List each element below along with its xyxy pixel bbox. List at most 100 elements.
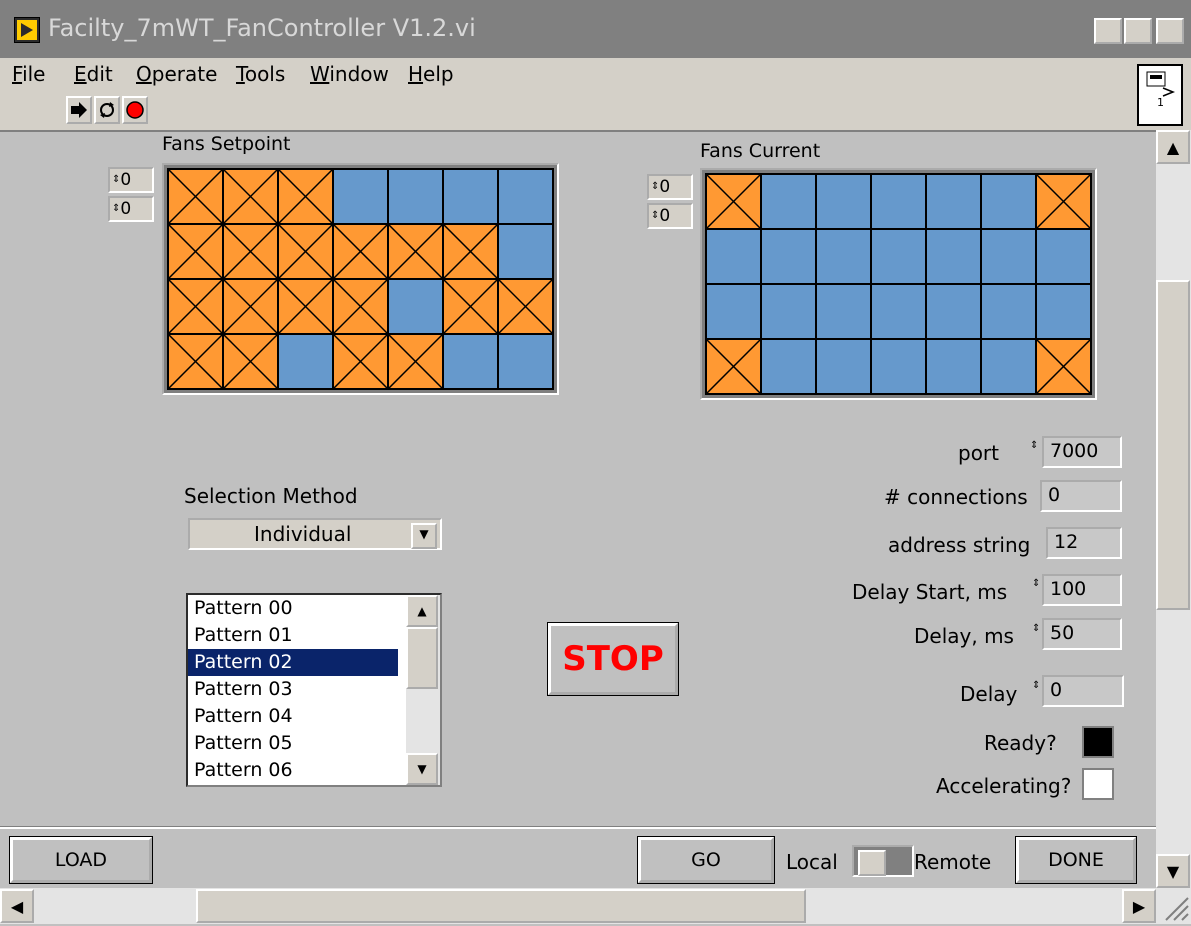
setpoint-fan-cell[interactable] xyxy=(499,225,552,278)
current-fan-cell[interactable] xyxy=(1037,175,1090,228)
scroll-down-icon[interactable]: ▼ xyxy=(406,753,438,785)
setpoint-fan-cell[interactable] xyxy=(169,170,222,223)
setpoint-row-index[interactable]: ⇕0 xyxy=(108,167,154,193)
setpoint-fan-cell[interactable] xyxy=(279,335,332,388)
pattern-list-item[interactable]: Pattern 06 xyxy=(188,757,398,784)
close-button[interactable]: × xyxy=(1156,18,1184,44)
setpoint-fan-cell[interactable] xyxy=(169,225,222,278)
current-fan-cell[interactable] xyxy=(872,285,925,338)
scroll-up-icon[interactable]: ▲ xyxy=(1156,130,1190,164)
current-fan-cell[interactable] xyxy=(707,175,760,228)
setpoint-fan-cell[interactable] xyxy=(169,280,222,333)
abort-execution-icon[interactable] xyxy=(122,96,148,124)
current-fan-cell[interactable] xyxy=(1037,340,1090,393)
setpoint-col-index[interactable]: ⇕0 xyxy=(108,196,154,222)
current-fan-cell[interactable] xyxy=(1037,230,1090,283)
setpoint-fan-cell[interactable] xyxy=(444,280,497,333)
setpoint-fan-cell[interactable] xyxy=(334,170,387,223)
scroll-up-icon[interactable]: ▲ xyxy=(406,595,438,627)
port-spin-icon[interactable]: ⇕ xyxy=(1030,440,1038,451)
current-fan-cell[interactable] xyxy=(982,340,1035,393)
pattern-list-item[interactable]: Pattern 03 xyxy=(188,676,398,703)
current-fan-cell[interactable] xyxy=(762,175,815,228)
current-fan-cell[interactable] xyxy=(762,230,815,283)
local-remote-switch[interactable] xyxy=(852,845,914,877)
setpoint-fan-cell[interactable] xyxy=(224,280,277,333)
current-fan-cell[interactable] xyxy=(927,285,980,338)
horizontal-scrollbar[interactable]: ◀ ▶ xyxy=(0,888,1191,924)
load-button[interactable]: LOAD xyxy=(9,836,153,884)
current-fan-cell[interactable] xyxy=(982,175,1035,228)
switch-knob[interactable] xyxy=(858,850,886,876)
setpoint-fan-cell[interactable] xyxy=(334,280,387,333)
current-fan-cell[interactable] xyxy=(762,340,815,393)
pattern-list-item[interactable]: Pattern 00 xyxy=(188,595,398,622)
chevron-down-icon[interactable]: ▼ xyxy=(411,523,437,549)
current-fan-cell[interactable] xyxy=(707,285,760,338)
setpoint-fan-cell[interactable] xyxy=(444,170,497,223)
run-continuously-icon[interactable] xyxy=(94,96,120,124)
current-fan-cell[interactable] xyxy=(982,230,1035,283)
menu-window[interactable]: Window xyxy=(310,62,389,86)
vi-connector-icon[interactable]: 1 xyxy=(1137,64,1183,126)
delay-start-spin-icon[interactable]: ⇕ xyxy=(1032,578,1040,589)
menu-tools[interactable]: Tools xyxy=(236,62,285,86)
menu-file[interactable]: File xyxy=(12,62,45,86)
horizontal-scroll-thumb[interactable] xyxy=(196,889,806,923)
run-arrow-icon[interactable] xyxy=(66,96,92,124)
minimize-button[interactable]: _ xyxy=(1094,18,1122,44)
setpoint-fan-cell[interactable] xyxy=(444,225,497,278)
setpoint-fan-cell[interactable] xyxy=(279,170,332,223)
current-fan-cell[interactable] xyxy=(872,175,925,228)
delay-ms-field[interactable]: 50 xyxy=(1042,618,1122,650)
port-field[interactable]: 7000 xyxy=(1042,436,1122,468)
selection-method-dropdown[interactable]: Individual ▼ xyxy=(188,518,442,550)
menu-operate[interactable]: Operate xyxy=(136,62,217,86)
pattern-list-item[interactable]: Pattern 01 xyxy=(188,622,398,649)
current-fan-cell[interactable] xyxy=(982,285,1035,338)
current-fan-cell[interactable] xyxy=(927,340,980,393)
delay-field[interactable]: 0 xyxy=(1042,675,1124,707)
setpoint-fan-cell[interactable] xyxy=(389,280,442,333)
current-fan-cell[interactable] xyxy=(872,230,925,283)
go-button[interactable]: GO xyxy=(637,836,775,884)
scroll-right-icon[interactable]: ▶ xyxy=(1122,889,1156,923)
current-fan-cell[interactable] xyxy=(927,175,980,228)
setpoint-fan-cell[interactable] xyxy=(444,335,497,388)
setpoint-fan-cell[interactable] xyxy=(499,335,552,388)
scroll-left-icon[interactable]: ◀ xyxy=(0,889,34,923)
current-fan-cell[interactable] xyxy=(872,340,925,393)
setpoint-fan-cell[interactable] xyxy=(389,335,442,388)
current-col-index[interactable]: ⇕0 xyxy=(647,203,693,229)
pattern-list-scroll-thumb[interactable] xyxy=(406,627,438,689)
setpoint-fan-cell[interactable] xyxy=(224,170,277,223)
setpoint-fan-cell[interactable] xyxy=(279,280,332,333)
menu-help[interactable]: Help xyxy=(408,62,454,86)
setpoint-fan-cell[interactable] xyxy=(224,335,277,388)
menu-edit[interactable]: Edit xyxy=(74,62,113,86)
vertical-scroll-thumb[interactable] xyxy=(1156,280,1190,610)
current-row-index[interactable]: ⇕0 xyxy=(647,174,693,200)
setpoint-fan-cell[interactable] xyxy=(334,335,387,388)
vertical-scrollbar[interactable]: ▲ ▼ xyxy=(1156,130,1191,888)
stop-button[interactable]: STOP xyxy=(547,622,679,696)
current-fan-cell[interactable] xyxy=(817,340,870,393)
delay-spin-icon[interactable]: ⇕ xyxy=(1032,680,1040,691)
done-button[interactable]: DONE xyxy=(1015,836,1137,884)
title-bar[interactable]: Facilty_7mWT_FanController V1.2.vi _ □ × xyxy=(0,0,1191,58)
pattern-list-item[interactable]: Pattern 04 xyxy=(188,703,398,730)
setpoint-fan-cell[interactable] xyxy=(389,170,442,223)
setpoint-fan-cell[interactable] xyxy=(279,225,332,278)
pattern-list-item[interactable]: Pattern 05 xyxy=(188,730,398,757)
current-fan-cell[interactable] xyxy=(817,175,870,228)
delay-start-field[interactable]: 100 xyxy=(1042,574,1122,606)
pattern-list-item[interactable]: Pattern 02 xyxy=(188,649,398,676)
setpoint-fan-cell[interactable] xyxy=(389,225,442,278)
maximize-button[interactable]: □ xyxy=(1124,18,1152,44)
setpoint-fan-cell[interactable] xyxy=(334,225,387,278)
setpoint-fan-cell[interactable] xyxy=(499,170,552,223)
setpoint-fan-cell[interactable] xyxy=(224,225,277,278)
resize-grip-icon[interactable] xyxy=(1158,890,1190,922)
current-fan-cell[interactable] xyxy=(817,285,870,338)
current-fan-cell[interactable] xyxy=(707,230,760,283)
